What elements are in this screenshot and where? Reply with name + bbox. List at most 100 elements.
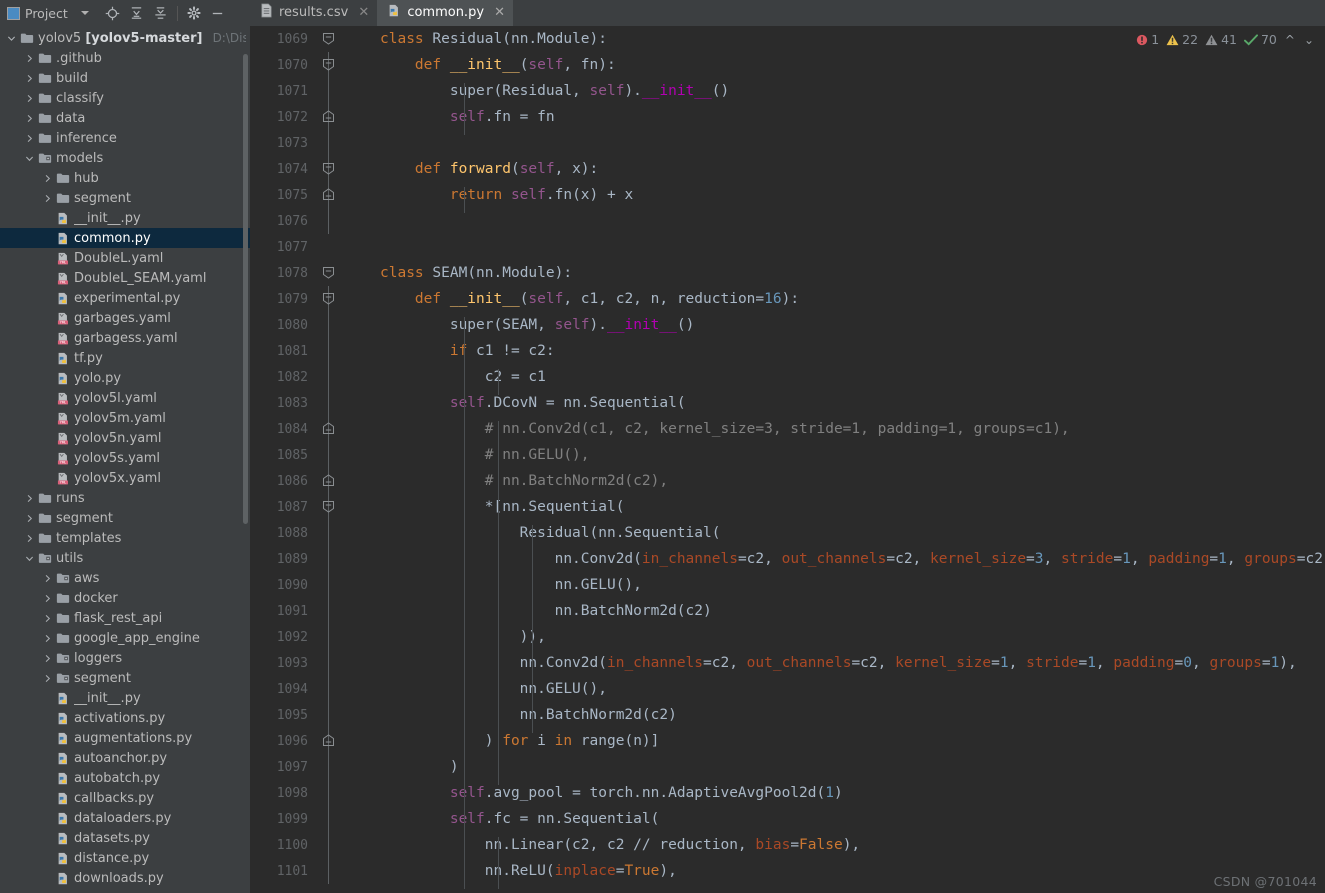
chevron-right-icon[interactable] (40, 654, 54, 663)
chevron-down-icon[interactable] (22, 554, 36, 563)
code-text[interactable]: super(SEAM, self).__init__() (380, 317, 1325, 343)
collapse-all-icon[interactable] (125, 1, 149, 25)
tree-item-garbagess-yaml[interactable]: YML garbagess.yaml (0, 328, 250, 348)
chevron-right-icon[interactable] (22, 94, 36, 103)
code-line[interactable]: 1095 nn.BatchNorm2d(c2) (250, 702, 1325, 733)
fold-gutter[interactable] (318, 572, 340, 598)
fold-gutter[interactable] (318, 52, 340, 78)
fold-gutter[interactable] (318, 78, 340, 104)
close-icon[interactable]: ✕ (358, 5, 369, 20)
fold-marker-icon[interactable] (322, 500, 335, 513)
fold-gutter[interactable] (318, 806, 340, 832)
code-line[interactable]: 1086 # nn.BatchNorm2d(c2), (250, 468, 1325, 499)
fold-gutter[interactable] (318, 650, 340, 676)
code-text[interactable]: # nn.GELU(), (380, 447, 1325, 473)
code-line[interactable]: 1072 self.fn = fn (250, 104, 1325, 135)
tree-item-build[interactable]: build (0, 68, 250, 88)
fold-gutter[interactable] (318, 416, 340, 442)
code-text[interactable]: nn.Conv2d(in_channels=c2, out_channels=c… (380, 655, 1325, 681)
code-line[interactable]: 1079 def __init__(self, c1, c2, n, reduc… (250, 286, 1325, 312)
tree-item-experimental-py[interactable]: experimental.py (0, 288, 250, 308)
fold-gutter[interactable] (318, 260, 340, 286)
tree-item-flask-rest-api[interactable]: flask_rest_api (0, 608, 250, 628)
gear-icon[interactable] (182, 1, 206, 25)
chevron-right-icon[interactable] (22, 514, 36, 523)
tree-row-root[interactable]: yolov5 [yolov5-master] D:\Distance (0, 28, 250, 48)
code-text[interactable]: # nn.Conv2d(c1, c2, kernel_size=3, strid… (380, 421, 1325, 447)
fold-marker-icon[interactable] (322, 58, 335, 71)
code-text[interactable]: self.DCovN = nn.Sequential( (380, 395, 1325, 421)
sidebar-scrollbar[interactable] (243, 54, 248, 524)
code-line[interactable]: 1090 nn.GELU(), (250, 572, 1325, 603)
tree-item-utils[interactable]: utils (0, 548, 250, 568)
fold-gutter[interactable] (318, 780, 340, 806)
chevron-right-icon[interactable] (40, 574, 54, 583)
code-line[interactable]: 1076 (250, 208, 1325, 234)
fold-gutter[interactable] (318, 858, 340, 884)
tree-item-autoanchor-py[interactable]: autoanchor.py (0, 748, 250, 768)
tree-item-doublel-yaml[interactable]: YML DoubleL.yaml (0, 248, 250, 268)
code-text[interactable]: super(Residual, self).__init__() (380, 83, 1325, 109)
fold-gutter[interactable] (318, 520, 340, 546)
code-text[interactable]: nn.Linear(c2, c2 // reduction, bias=Fals… (380, 837, 1325, 863)
fold-marker-icon[interactable] (322, 32, 335, 45)
code-line[interactable]: 1078 class SEAM(nn.Module): (250, 260, 1325, 286)
code-line[interactable]: 1094 nn.GELU(), (250, 676, 1325, 707)
chevron-right-icon[interactable] (22, 134, 36, 143)
tree-item-downloads-py[interactable]: downloads.py (0, 868, 250, 888)
chevron-right-icon[interactable] (22, 114, 36, 123)
fold-gutter[interactable] (318, 286, 340, 312)
code-line[interactable]: 1101 nn.ReLU(inplace=True), (250, 858, 1325, 889)
fold-gutter[interactable] (318, 130, 340, 156)
fold-marker-icon[interactable] (322, 188, 335, 201)
fold-gutter[interactable] (318, 468, 340, 494)
code-text[interactable]: self.fn = fn (380, 109, 1325, 135)
chevron-down-icon[interactable] (80, 11, 89, 15)
editor-tab-common-py[interactable]: common.py ✕ (377, 0, 514, 26)
tree-item-callbacks-py[interactable]: callbacks.py (0, 788, 250, 808)
error-indicator[interactable]: 1 (1134, 32, 1161, 47)
fold-gutter[interactable] (318, 494, 340, 520)
fold-marker-icon[interactable] (322, 266, 335, 279)
tree-item--github[interactable]: .github (0, 48, 250, 68)
code-line[interactable]: 1080 super(SEAM, self).__init__() (250, 312, 1325, 343)
fold-marker-icon[interactable] (322, 162, 335, 175)
tree-item-loggers[interactable]: loggers (0, 648, 250, 668)
code-line[interactable]: 1089 nn.Conv2d(in_channels=c2, out_chann… (250, 546, 1325, 577)
code-text[interactable]: class SEAM(nn.Module): (380, 265, 1325, 281)
code-text[interactable]: Residual(nn.Sequential( (380, 525, 1325, 551)
project-title[interactable]: Project (0, 6, 89, 21)
fold-gutter[interactable] (318, 546, 340, 572)
fold-gutter[interactable] (318, 156, 340, 182)
tree-item-common-py[interactable]: common.py (0, 228, 250, 248)
code-text[interactable]: nn.GELU(), (380, 577, 1325, 603)
tree-item-segment[interactable]: segment (0, 188, 250, 208)
code-line[interactable]: 1088 Residual(nn.Sequential( (250, 520, 1325, 551)
code-line[interactable]: 1071 super(Residual, self).__init__() (250, 78, 1325, 109)
code-lines[interactable]: 1069 class Residual(nn.Module): 1070 def _… (250, 26, 1325, 893)
fold-gutter[interactable] (318, 442, 340, 468)
tree-item-yolov5n-yaml[interactable]: YML yolov5n.yaml (0, 428, 250, 448)
tree-item-models[interactable]: models (0, 148, 250, 168)
fold-gutter[interactable] (318, 676, 340, 702)
code-text[interactable]: if c1 != c2: (380, 343, 1325, 369)
tree-item-garbages-yaml[interactable]: YML garbages.yaml (0, 308, 250, 328)
tree-item-yolov5s-yaml[interactable]: YML yolov5s.yaml (0, 448, 250, 468)
fold-gutter[interactable] (318, 832, 340, 858)
tree-item-distance-py[interactable]: distance.py (0, 848, 250, 868)
tree-item-yolov5m-yaml[interactable]: YML yolov5m.yaml (0, 408, 250, 428)
code-line[interactable]: 1092 )), (250, 624, 1325, 655)
fold-marker-icon[interactable] (322, 734, 335, 747)
fold-gutter[interactable] (318, 26, 340, 52)
chevron-right-icon[interactable] (40, 174, 54, 183)
fold-gutter[interactable] (318, 754, 340, 780)
chevron-right-icon[interactable] (40, 674, 54, 683)
chevron-down-icon[interactable] (4, 34, 18, 43)
chevron-right-icon[interactable] (40, 194, 54, 203)
tree-item-yolov5x-yaml[interactable]: YML yolov5x.yaml (0, 468, 250, 488)
fold-gutter[interactable] (318, 208, 340, 234)
code-editor[interactable]: 1 22 41 70 ^ ⌄ 1069 class Residual(nn.Mod… (250, 26, 1325, 893)
chevron-right-icon[interactable] (40, 614, 54, 623)
tree-item-dataloaders-py[interactable]: dataloaders.py (0, 808, 250, 828)
code-line[interactable]: 1081 if c1 != c2: (250, 338, 1325, 369)
